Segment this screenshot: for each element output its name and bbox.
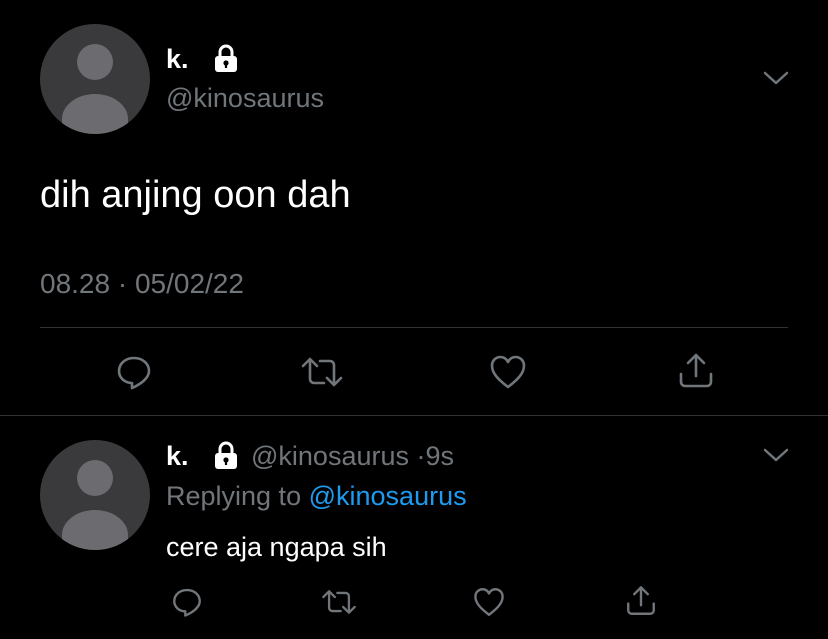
divider <box>40 327 788 328</box>
like-icon[interactable] <box>488 352 528 392</box>
avatar[interactable] <box>40 24 150 134</box>
handle[interactable]: @kinosaurus <box>166 83 324 114</box>
display-name[interactable]: k. <box>166 441 189 472</box>
share-icon[interactable] <box>676 350 716 392</box>
section-divider <box>0 415 828 416</box>
separator: · <box>416 441 426 471</box>
retweet-icon[interactable] <box>320 585 358 619</box>
lock-icon <box>215 44 237 72</box>
chevron-down-icon[interactable] <box>762 68 790 88</box>
replying-to-link[interactable]: @kinosaurus <box>309 481 467 511</box>
handle[interactable]: @kinosaurus <box>251 441 409 471</box>
reply-text: cere aja ngapa sih <box>166 532 387 562</box>
replying-to: Replying to @kinosaurus <box>166 481 467 512</box>
display-name[interactable]: k. <box>166 44 189 75</box>
chevron-down-icon[interactable] <box>762 445 790 465</box>
like-icon[interactable] <box>472 585 506 619</box>
avatar[interactable] <box>40 440 150 550</box>
handle-and-time: @kinosaurus ·9s <box>251 441 454 472</box>
reply-icon[interactable] <box>114 352 154 392</box>
retweet-icon[interactable] <box>299 352 345 392</box>
share-icon[interactable] <box>624 583 658 619</box>
replying-to-label: Replying to <box>166 481 302 511</box>
reply-icon[interactable] <box>170 585 204 619</box>
lock-icon <box>215 441 237 469</box>
tweet-text: dih anjing oon dah <box>40 174 351 216</box>
timestamp[interactable]: 08.28 · 05/02/22 <box>40 268 244 300</box>
time-ago[interactable]: 9s <box>426 441 455 471</box>
